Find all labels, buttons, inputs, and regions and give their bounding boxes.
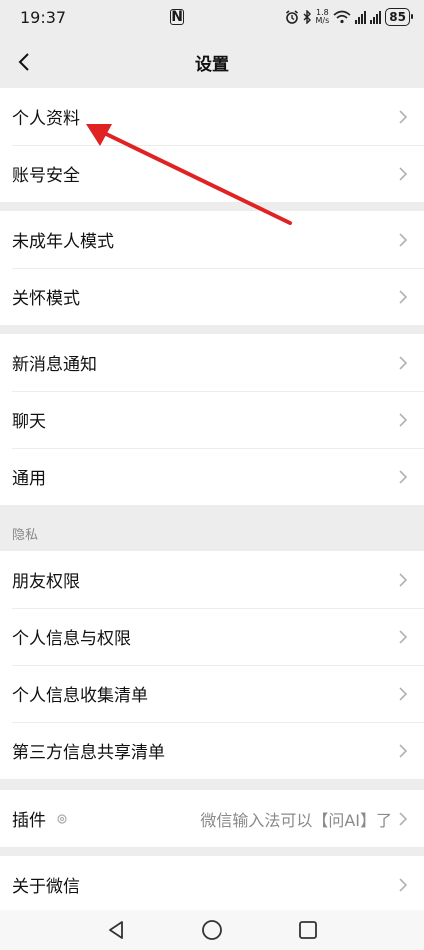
status-right: 1.8 M/s 85 — [285, 8, 413, 26]
system-back-button[interactable] — [101, 915, 131, 945]
row-profile[interactable]: 个人资料 — [0, 88, 424, 145]
row-minor-mode[interactable]: 未成年人模式 — [0, 211, 424, 268]
settings-group-general: 新消息通知 聊天 通用 — [0, 334, 424, 505]
system-nav-bar — [0, 910, 424, 950]
chevron-right-icon — [399, 289, 408, 304]
settings-group-modes: 未成年人模式 关怀模式 — [0, 211, 424, 325]
row-care-mode[interactable]: 关怀模式 — [0, 268, 424, 325]
row-friend-permissions[interactable]: 朋友权限 — [0, 551, 424, 608]
row-label: 朋友权限 — [12, 572, 80, 592]
wifi-icon — [333, 10, 351, 24]
triangle-back-icon — [109, 921, 123, 939]
row-plugins[interactable]: 插件 微信输入法可以【问AI】了 — [0, 790, 424, 847]
chevron-right-icon — [399, 412, 408, 427]
system-recents-button[interactable] — [293, 915, 323, 945]
row-general[interactable]: 通用 — [0, 448, 424, 505]
row-label: 个人资料 — [12, 109, 80, 129]
signal-icon-2 — [370, 10, 382, 24]
row-label: 聊天 — [12, 412, 46, 432]
signal-icon-1 — [355, 10, 367, 24]
row-personal-info-permissions[interactable]: 个人信息与权限 — [0, 608, 424, 665]
row-label: 关于微信 — [12, 877, 80, 897]
status-bar: 19:37 N 1.8 M/s 85 — [0, 0, 424, 34]
chevron-right-icon — [399, 572, 408, 587]
back-button[interactable] — [6, 44, 42, 80]
row-notifications[interactable]: 新消息通知 — [0, 334, 424, 391]
plugin-left: 插件 — [12, 806, 68, 831]
nav-bar: 设置 — [0, 36, 424, 88]
alarm-icon — [285, 10, 298, 24]
row-label: 账号安全 — [12, 166, 80, 186]
page-title: 设置 — [195, 54, 229, 75]
section-label-privacy: 隐私 — [12, 528, 39, 543]
row-account-security[interactable]: 账号安全 — [0, 145, 424, 202]
row-label: 插件 — [12, 811, 46, 831]
settings-group-privacy: 朋友权限 个人信息与权限 个人信息收集清单 第三方信息共享清单 — [0, 551, 424, 779]
bluetooth-icon — [303, 10, 311, 24]
system-home-button[interactable] — [197, 915, 227, 945]
chevron-right-icon — [399, 469, 408, 484]
row-label: 关怀模式 — [12, 289, 80, 309]
battery-indicator: 85 — [385, 8, 413, 26]
chevron-right-icon — [399, 811, 408, 826]
battery-level: 85 — [389, 10, 406, 24]
row-about-wechat[interactable]: 关于微信 — [0, 856, 424, 910]
network-speed-unit: M/s — [315, 16, 330, 25]
chevron-right-icon — [399, 109, 408, 124]
chevron-left-icon — [18, 53, 29, 71]
circle-home-icon — [202, 920, 222, 940]
row-info-collection-list[interactable]: 个人信息收集清单 — [0, 665, 424, 722]
plugin-promo-text: 微信输入法可以【问AI】了 — [200, 810, 392, 830]
settings-group-plugins: 插件 微信输入法可以【问AI】了 — [0, 790, 424, 847]
chevron-right-icon — [399, 877, 408, 892]
square-recents-icon — [299, 921, 317, 939]
chevron-right-icon — [399, 686, 408, 701]
nfc-icon: N — [170, 9, 185, 25]
settings-group-account: 个人资料 账号安全 — [0, 88, 424, 202]
chevron-right-icon — [399, 166, 408, 181]
chevron-right-icon — [399, 629, 408, 644]
row-label: 通用 — [12, 469, 46, 489]
row-label: 个人信息与权限 — [12, 629, 131, 649]
row-chat[interactable]: 聊天 — [0, 391, 424, 448]
chevron-right-icon — [399, 743, 408, 758]
status-left: 19:37 N — [20, 7, 185, 27]
row-label: 新消息通知 — [12, 355, 97, 375]
row-label: 未成年人模式 — [12, 232, 114, 252]
settings-group-about: 关于微信 — [0, 856, 424, 910]
status-time: 19:37 — [20, 7, 67, 27]
row-third-party-sharing-list[interactable]: 第三方信息共享清单 — [0, 722, 424, 779]
plugin-gear-icon — [57, 813, 67, 824]
plugin-right: 微信输入法可以【问AI】了 — [200, 807, 408, 831]
chevron-right-icon — [399, 232, 408, 247]
row-label: 第三方信息共享清单 — [12, 743, 165, 763]
row-label: 个人信息收集清单 — [12, 686, 148, 706]
chevron-right-icon — [399, 355, 408, 370]
network-speed: 1.8 M/s — [316, 9, 330, 25]
